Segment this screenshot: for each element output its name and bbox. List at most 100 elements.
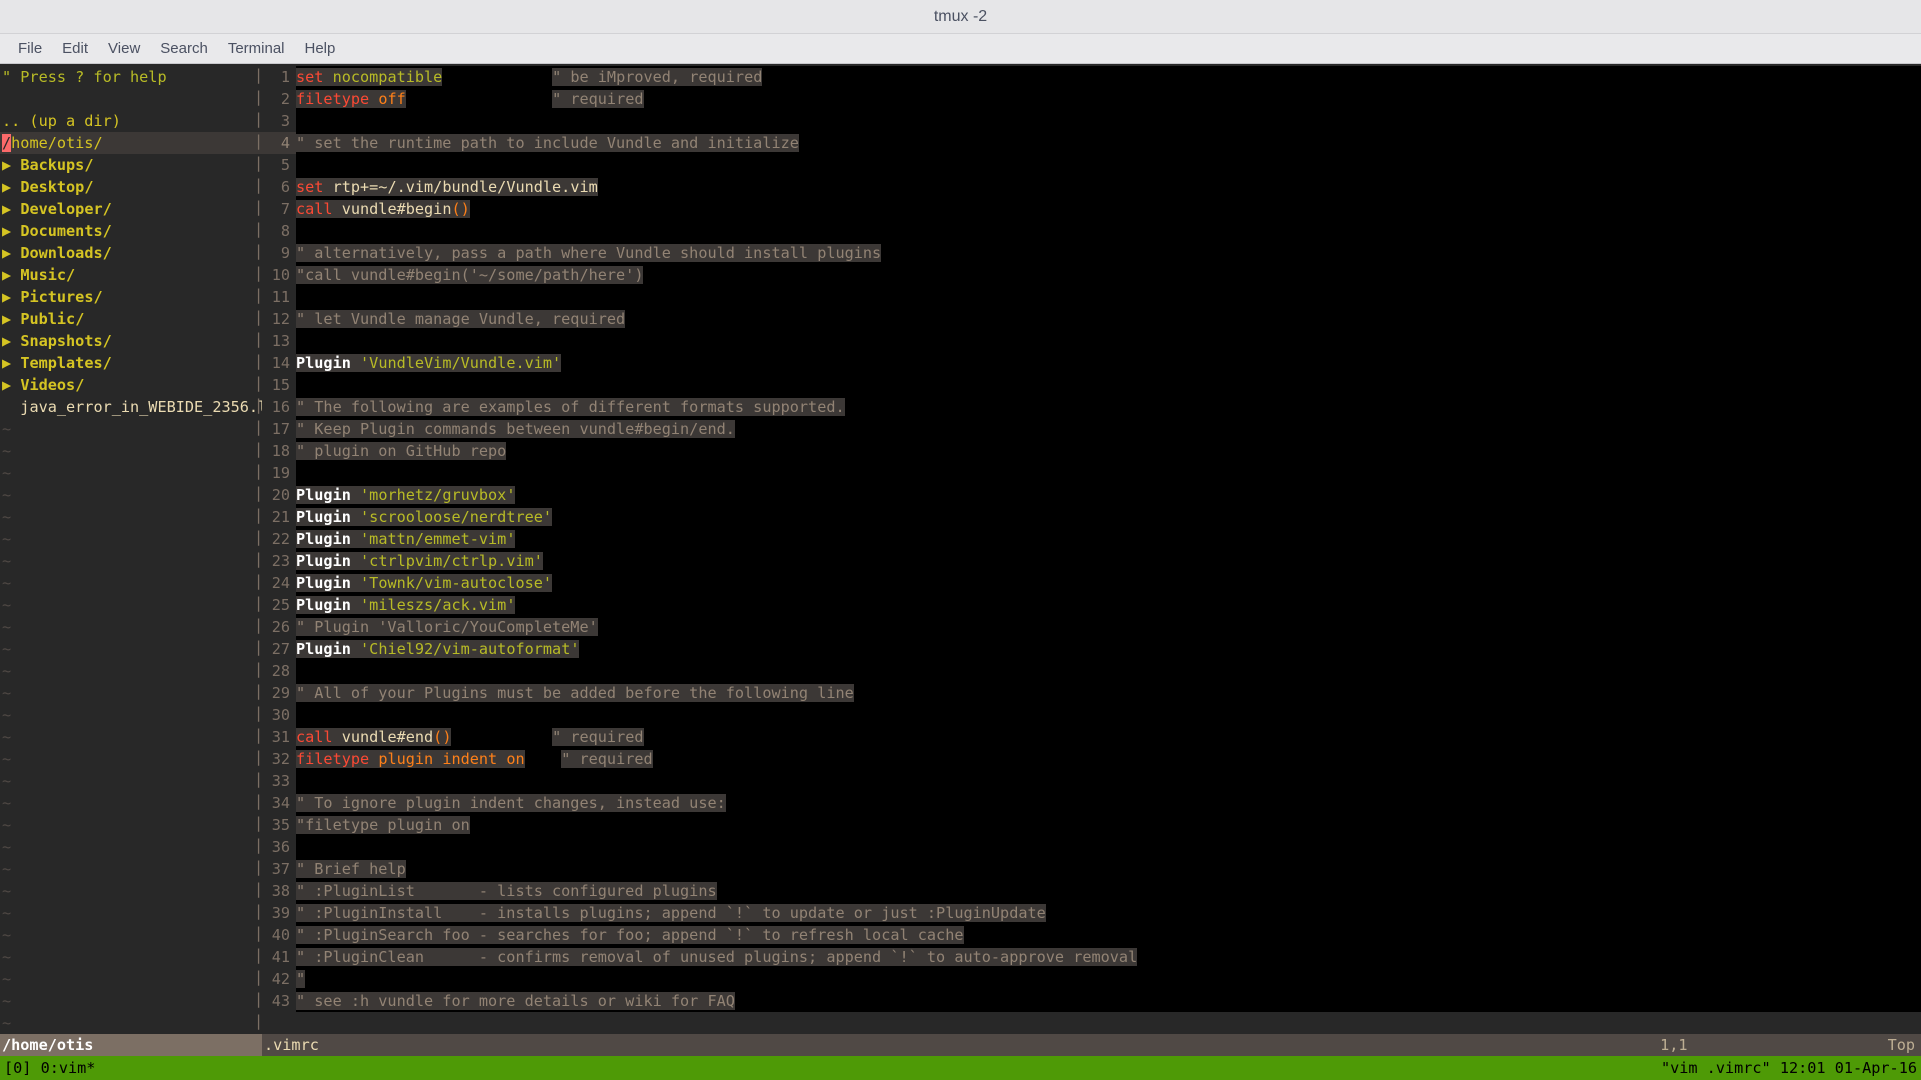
split-divider-glyph: | — [254, 594, 264, 612]
editor-line[interactable]: 27 Plugin 'Chiel92/vim-autoformat' — [262, 638, 1921, 660]
line-number: 42 — [262, 968, 296, 990]
menu-item-edit[interactable]: Edit — [52, 38, 98, 59]
nerdtree-root-path[interactable]: /home/otis/ — [0, 132, 262, 154]
split-divider-glyph: | — [254, 814, 264, 832]
line-text: call vundle#begin() — [296, 198, 1921, 220]
line-text — [296, 704, 1921, 726]
editor-line[interactable]: 10 "call vundle#begin('~/some/path/here') — [262, 264, 1921, 286]
nerdtree-dir-slash: / — [75, 376, 85, 394]
code-token: " :PluginList - lists configured plugins — [296, 882, 717, 900]
split-divider-glyph: | — [254, 396, 264, 414]
nerdtree-entry-java-error-in-webide-2356-log[interactable]: java_error_in_WEBIDE_2356.log — [0, 396, 285, 418]
editor-pane[interactable]: 1 set nocompatible " be iMproved, require… — [262, 64, 1921, 1034]
editor-line[interactable]: 9 " alternatively, pass a path where Vund… — [262, 242, 1921, 264]
editor-line[interactable]: 34 " To ignore plugin indent changes, ins… — [262, 792, 1921, 814]
split-divider-glyph: | — [254, 616, 264, 634]
editor-line[interactable]: 8 — [262, 220, 1921, 242]
editor-line[interactable]: 22 Plugin 'mattn/emmet-vim' — [262, 528, 1921, 550]
editor-line[interactable]: 17 " Keep Plugin commands between vundle#… — [262, 418, 1921, 440]
editor-line[interactable]: 33 — [262, 770, 1921, 792]
editor-line[interactable]: 26 " Plugin 'Valloric/YouCompleteMe' — [262, 616, 1921, 638]
menu-item-help[interactable]: Help — [295, 38, 346, 59]
line-number: 43 — [262, 990, 296, 1012]
nerdtree-entry-backups[interactable]: ▶ Backups/ — [0, 154, 262, 176]
line-number: 32 — [262, 748, 296, 770]
editor-line[interactable]: 1 set nocompatible " be iMproved, require… — [262, 66, 1921, 88]
nerdtree-entry-music[interactable]: ▶ Music/ — [0, 264, 262, 286]
split-divider-glyph: | — [254, 792, 264, 810]
nerdtree-empty-line-marker: ~ — [2, 882, 12, 900]
editor-line[interactable]: 13 — [262, 330, 1921, 352]
nerdtree-entry-templates[interactable]: ▶ Templates/ — [0, 352, 262, 374]
editor-line[interactable]: 37 " Brief help — [262, 858, 1921, 880]
editor-line[interactable]: 28 — [262, 660, 1921, 682]
editor-line[interactable]: 5 — [262, 154, 1921, 176]
split-divider-glyph: | — [254, 682, 264, 700]
menu-item-file[interactable]: File — [8, 38, 52, 59]
nerdtree-pane[interactable]: " Press ? for help.. (up a dir)/home/oti… — [0, 64, 285, 1054]
nerdtree-entry-pictures[interactable]: ▶ Pictures/ — [0, 286, 262, 308]
editor-line[interactable]: 36 — [262, 836, 1921, 858]
code-token: " see :h vundle for more details or wiki… — [296, 992, 735, 1010]
editor-line[interactable]: 3 — [262, 110, 1921, 132]
menu-item-search[interactable]: Search — [150, 38, 218, 59]
line-number: 38 — [262, 880, 296, 902]
tmux-window-list[interactable]: [0] 0:vim* — [4, 1056, 95, 1080]
split-divider-glyph: | — [254, 1012, 264, 1030]
editor-line[interactable]: 29 " All of your Plugins must be added be… — [262, 682, 1921, 704]
editor-line[interactable]: 18 " plugin on GitHub repo — [262, 440, 1921, 462]
editor-line[interactable]: 12 " let Vundle manage Vundle, required — [262, 308, 1921, 330]
editor-line[interactable]: 24 Plugin 'Townk/vim-autoclose' — [262, 572, 1921, 594]
line-number: 27 — [262, 638, 296, 660]
editor-line[interactable]: 15 — [262, 374, 1921, 396]
nerdtree-entry-developer[interactable]: ▶ Developer/ — [0, 198, 262, 220]
nerdtree-entry-public[interactable]: ▶ Public/ — [0, 308, 262, 330]
line-text: " see :h vundle for more details or wiki… — [296, 990, 1921, 1012]
chevron-right-icon: ▶ — [2, 332, 12, 350]
editor-line[interactable]: 41 " :PluginClean - confirms removal of u… — [262, 946, 1921, 968]
editor-line[interactable]: 4 " set the runtime path to include Vundl… — [262, 132, 1921, 154]
nerdtree-empty-line-marker: ~ — [2, 684, 12, 702]
editor-line[interactable]: 11 — [262, 286, 1921, 308]
code-token: 'Townk/vim-autoclose' — [360, 574, 553, 592]
editor-line[interactable]: 21 Plugin 'scrooloose/nerdtree' — [262, 506, 1921, 528]
line-text: Plugin 'Chiel92/vim-autoformat' — [296, 638, 1921, 660]
line-number: 20 — [262, 484, 296, 506]
editor-line[interactable]: 35 "filetype plugin on — [262, 814, 1921, 836]
editor-line[interactable]: 25 Plugin 'mileszs/ack.vim' — [262, 594, 1921, 616]
line-number: 19 — [262, 462, 296, 484]
nerdtree-entry-documents[interactable]: ▶ Documents/ — [0, 220, 262, 242]
editor-line[interactable]: 32 filetype plugin indent on " required — [262, 748, 1921, 770]
nerdtree-entry-snapshots[interactable]: ▶ Snapshots/ — [0, 330, 262, 352]
editor-line[interactable]: 38 " :PluginList - lists configured plugi… — [262, 880, 1921, 902]
nerdtree-dir-label: Templates — [20, 354, 103, 372]
editor-line[interactable]: 7 call vundle#begin() — [262, 198, 1921, 220]
editor-line[interactable]: 6 set rtp+=~/.vim/bundle/Vundle.vim — [262, 176, 1921, 198]
editor-line[interactable]: 14 Plugin 'VundleVim/Vundle.vim' — [262, 352, 1921, 374]
split-divider-glyph: | — [254, 352, 264, 370]
nerdtree-up-dir[interactable]: .. (up a dir) — [0, 110, 262, 132]
menu-item-terminal[interactable]: Terminal — [218, 38, 295, 59]
line-number: 2 — [262, 88, 296, 110]
menu-item-view[interactable]: View — [98, 38, 150, 59]
line-number: 22 — [262, 528, 296, 550]
editor-line[interactable]: 42 " — [262, 968, 1921, 990]
editor-line[interactable]: 39 " :PluginInstall - installs plugins; a… — [262, 902, 1921, 924]
editor-line[interactable]: 43 " see :h vundle for more details or wi… — [262, 990, 1921, 1012]
code-token: 'morhetz/gruvbox' — [360, 486, 516, 504]
editor-line[interactable]: 2 filetype off " required — [262, 88, 1921, 110]
nerdtree-entry-desktop[interactable]: ▶ Desktop/ — [0, 176, 262, 198]
line-number: 33 — [262, 770, 296, 792]
nerdtree-entry-downloads[interactable]: ▶ Downloads/ — [0, 242, 262, 264]
editor-line[interactable]: 20 Plugin 'morhetz/gruvbox' — [262, 484, 1921, 506]
code-token: " alternatively, pass a path where Vundl… — [296, 244, 882, 262]
nerdtree-entry-videos[interactable]: ▶ Videos/ — [0, 374, 262, 396]
editor-line[interactable]: 19 — [262, 462, 1921, 484]
editor-line[interactable]: 16 " The following are examples of differ… — [262, 396, 1921, 418]
editor-line[interactable]: 23 Plugin 'ctrlpvim/ctrlp.vim' — [262, 550, 1921, 572]
line-text: set rtp+=~/.vim/bundle/Vundle.vim — [296, 176, 1921, 198]
editor-line[interactable]: 40 " :PluginSearch foo - searches for foo… — [262, 924, 1921, 946]
code-token: " The following are examples of differen… — [296, 398, 845, 416]
editor-line[interactable]: 30 — [262, 704, 1921, 726]
editor-line[interactable]: 31 call vundle#end() " required — [262, 726, 1921, 748]
